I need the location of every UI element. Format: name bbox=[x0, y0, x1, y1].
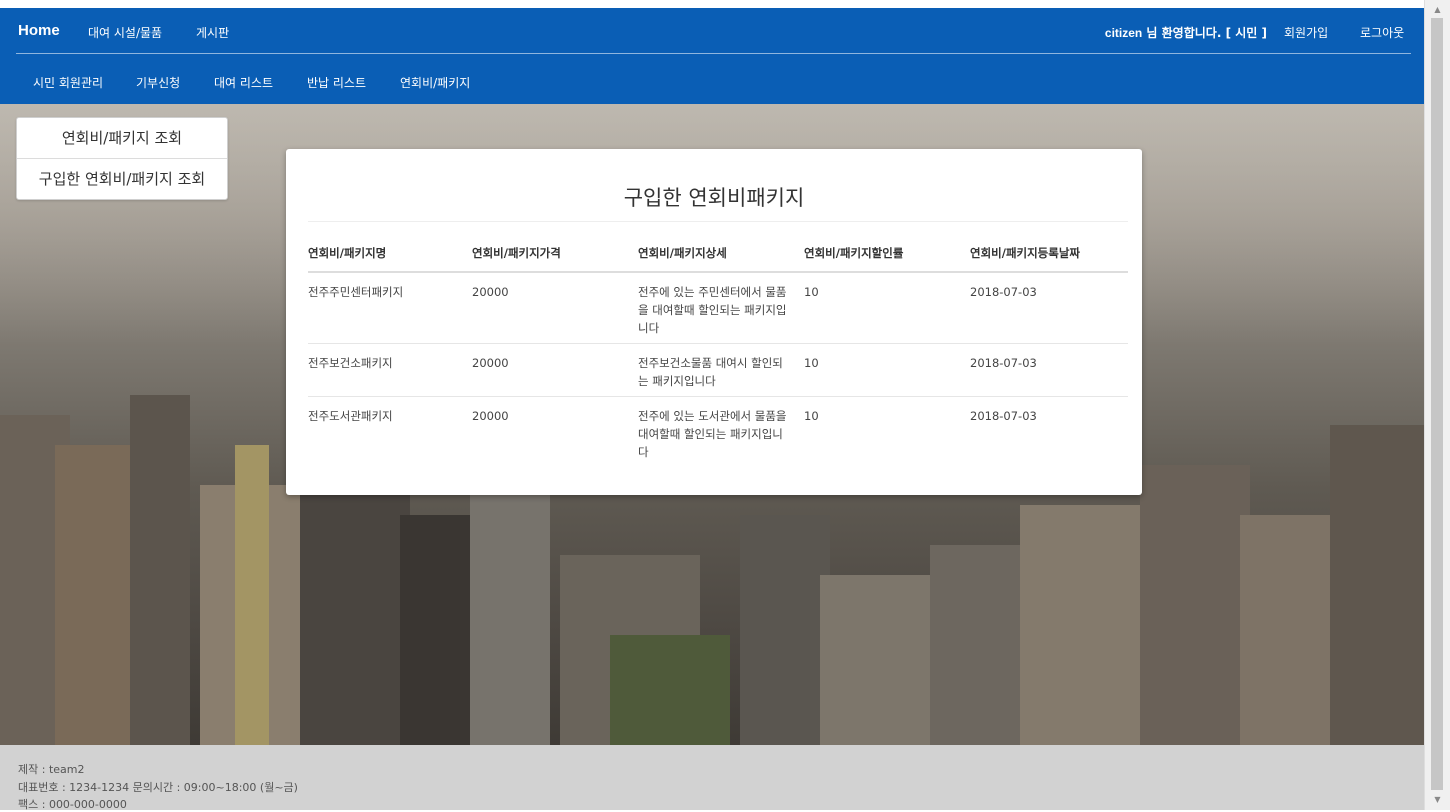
nav-member-mgmt-link[interactable]: 시민 회원관리 bbox=[33, 74, 103, 91]
welcome-username: citizen bbox=[1104, 26, 1143, 40]
side-menu: 연회비/패키지 조회 구입한 연회비/패키지 조회 bbox=[16, 117, 228, 200]
building bbox=[1020, 505, 1140, 745]
building bbox=[740, 515, 830, 745]
home-link[interactable]: Home bbox=[18, 22, 60, 39]
nav-board-link[interactable]: 게시판 bbox=[196, 24, 229, 41]
building bbox=[820, 575, 930, 745]
table-header-row: 연회비/패키지명 연회비/패키지가격 연회비/패키지상세 연회비/패키지할인률 … bbox=[308, 245, 1128, 273]
top-navbar: Home 대여 시설/물품 게시판 citizen 님 환영합니다. [ 시민 … bbox=[0, 0, 1425, 104]
nav-donation-link[interactable]: 기부신청 bbox=[136, 74, 180, 91]
cell-date: 2018-07-03 bbox=[970, 409, 1037, 423]
welcome-message: citizen 님 환영합니다. [ 시민 ] bbox=[1105, 24, 1267, 41]
signup-link[interactable]: 회원가입 bbox=[1284, 24, 1328, 41]
side-item-package-search[interactable]: 연회비/패키지 조회 bbox=[17, 118, 227, 158]
nav-return-list-link[interactable]: 반납 리스트 bbox=[307, 74, 366, 91]
cell-price: 20000 bbox=[472, 409, 509, 423]
detail-text: 전주보건소물품 대여시 할인되는 패키지입니다 bbox=[638, 356, 783, 388]
cell-detail: 전주에 있는 도서관에서 물품을 대여할때 할인되는 패키지입니다 bbox=[638, 397, 804, 468]
building bbox=[470, 485, 550, 745]
cell-detail: 전주보건소물품 대여시 할인되는 패키지입니다 bbox=[638, 343, 804, 397]
main-nav: Home 대여 시설/물품 게시판 citizen 님 환영합니다. [ 시민 … bbox=[0, 8, 1425, 54]
side-item-purchased-package[interactable]: 구입한 연회비/패키지 조회 bbox=[17, 158, 227, 199]
purchased-package-panel: 구입한 연회비패키지 연회비/패키지명 연회비/패키지가격 연회비/패키지상세 … bbox=[286, 149, 1142, 495]
welcome-text: 님 환영합니다. [ 시민 ] bbox=[1142, 26, 1267, 40]
nav-package-link[interactable]: 연회비/패키지 bbox=[400, 74, 470, 91]
nav-rental-link[interactable]: 대여 시설/물품 bbox=[88, 24, 162, 41]
cell-discount: 10 bbox=[804, 272, 970, 344]
building bbox=[1240, 515, 1340, 745]
footer: 제작 : team2 대표번호 : 1234-1234 문의시간 : 09:00… bbox=[0, 745, 1425, 811]
cell-date: 2018-07-03 bbox=[970, 343, 1128, 397]
building bbox=[1330, 425, 1425, 745]
table-row: 전주도서관패키지 20000 전주에 있는 도서관에서 물품을 대여할때 할인되… bbox=[308, 397, 1128, 468]
building bbox=[130, 395, 190, 745]
scroll-thumb[interactable] bbox=[1431, 18, 1443, 790]
scroll-down-icon[interactable]: ▼ bbox=[1425, 792, 1450, 808]
header-name: 연회비/패키지명 bbox=[308, 245, 472, 273]
building bbox=[235, 445, 269, 745]
header-price: 연회비/패키지가격 bbox=[472, 245, 638, 273]
cell-discount: 10 bbox=[804, 343, 970, 397]
header-discount: 연회비/패키지할인률 bbox=[804, 245, 970, 273]
cell-price: 20000 bbox=[472, 272, 638, 344]
table-row: 전주보건소패키지 20000 전주보건소물품 대여시 할인되는 패키지입니다 1… bbox=[308, 343, 1128, 397]
header-detail: 연회비/패키지상세 bbox=[638, 245, 804, 273]
detail-text: 전주에 있는 주민센터에서 물품을 대여할때 할인되는 패키지입니다 bbox=[638, 285, 787, 335]
building bbox=[930, 545, 1030, 745]
cell-name: 전주보건소패키지 bbox=[308, 343, 472, 397]
building bbox=[55, 445, 135, 745]
table-row: 전주주민센터패키지 20000 전주에 있는 주민센터에서 물품을 대여할때 할… bbox=[308, 272, 1128, 344]
building bbox=[1140, 465, 1250, 745]
header-date: 연회비/패키지등록날짜 bbox=[970, 245, 1128, 273]
scroll-up-icon[interactable]: ▲ bbox=[1425, 2, 1450, 18]
park-trees bbox=[610, 635, 730, 745]
footer-maker: 제작 : team2 bbox=[18, 763, 85, 776]
cell-name: 전주주민센터패키지 bbox=[308, 272, 472, 344]
package-table: 연회비/패키지명 연회비/패키지가격 연회비/패키지상세 연회비/패키지할인률 … bbox=[308, 245, 1128, 467]
cell-name: 전주도서관패키지 bbox=[308, 409, 393, 423]
cell-discount: 10 bbox=[804, 409, 819, 423]
title-divider bbox=[308, 221, 1128, 222]
cell-date: 2018-07-03 bbox=[970, 272, 1128, 344]
building bbox=[300, 495, 410, 745]
cell-detail: 전주에 있는 주민센터에서 물품을 대여할때 할인되는 패키지입니다 bbox=[638, 272, 804, 344]
logout-link[interactable]: 로그아웃 bbox=[1360, 24, 1404, 41]
detail-text: 전주에 있는 도서관에서 물품을 대여할때 할인되는 패키지입니다 bbox=[638, 409, 787, 459]
footer-phone: 대표번호 : 1234-1234 문의시간 : 09:00~18:00 (월~금… bbox=[18, 781, 298, 794]
nav-rental-list-link[interactable]: 대여 리스트 bbox=[214, 74, 273, 91]
cell-price: 20000 bbox=[472, 343, 638, 397]
panel-title: 구입한 연회비패키지 bbox=[623, 186, 805, 210]
page-scrollbar[interactable]: ▲ ▼ bbox=[1424, 0, 1450, 810]
